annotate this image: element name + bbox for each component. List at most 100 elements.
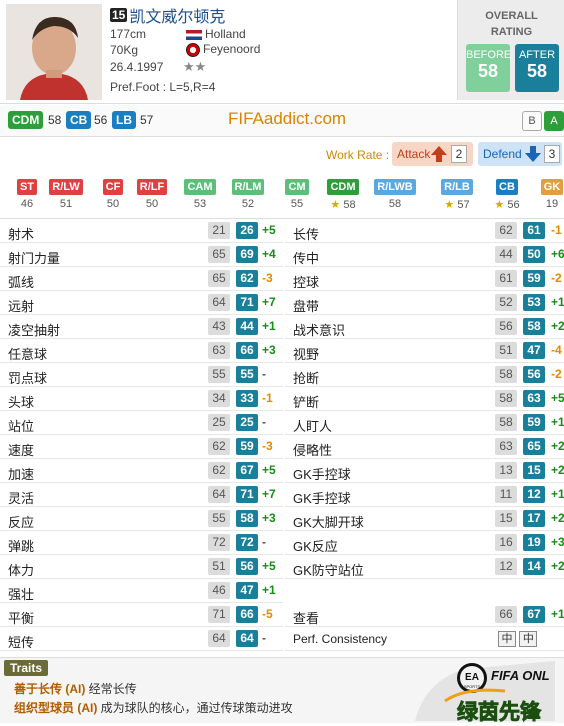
position-cdm[interactable]: CDM [8,111,44,129]
consistency-a: 中 [498,631,516,647]
position-rating-r-lwb[interactable]: R/LWB 58 [372,179,418,210]
attribute-diff: +4 [262,247,276,261]
svg-text:绿茵先锋: 绿茵先锋 [457,700,542,723]
attribute-name: 侵略性 [293,443,333,458]
attribute-row: 射门力量 65 69 +4 [0,243,283,267]
trait-item: 善于长传 (AI) 经常长传 [14,682,137,696]
attribute-base: 15 [495,510,517,527]
attribute-current: 63 [523,390,545,407]
attribute-current: 66 [236,342,258,359]
svg-text:SPORTS: SPORTS [464,684,481,689]
attribute-diff: -3 [262,439,273,453]
attribute-row: 侵略性 63 65 +2 [285,435,564,459]
defend-value: 3 [544,145,560,163]
position-badge: GK [540,179,564,195]
attribute-current: 15 [523,462,545,479]
position-cb-value: 56 [94,113,108,127]
tag-a[interactable]: A [544,111,564,131]
attribute-name: 战术意识 [293,323,346,338]
attribute-base: 62 [495,222,517,239]
attribute-name: 平衡 [8,611,35,626]
attribute-diff: - [262,535,266,549]
fifa-online-logo: EA SPORTS FIFA ONL 绿茵先锋 [405,651,564,724]
position-badge: R/LWB [374,179,416,195]
player-photo [6,4,102,100]
attribute-base: 64 [208,294,230,311]
player-name[interactable]: 凯文威尔顿克 [129,9,225,26]
attribute-row: GK防守站位 12 14 +2 [285,555,564,579]
rating-after: AFTER 58 [515,44,559,92]
attribute-diff: +2 [551,319,564,333]
star-icon: ★ [444,199,458,211]
attack-label: Attack [397,147,431,161]
attribute-base: 21 [208,222,230,239]
attribute-base: 62 [208,462,230,479]
attribute-name: 任意球 [8,347,48,362]
attribute-current: 58 [523,318,545,335]
attribute-diff: -3 [262,271,273,285]
attribute-name: 头球 [8,395,35,410]
club: Feyenoord [186,42,260,57]
position-rating-r-lm[interactable]: R/LM 52 [225,179,271,210]
svg-text:FIFA ONL: FIFA ONL [491,668,550,683]
attribute-current: 59 [523,270,545,287]
attribute-diff: -5 [262,607,273,621]
attribute-row: 长传 62 61 -1 [285,219,564,243]
attribute-base: 71 [208,606,230,623]
attribute-diff: +1 [551,415,564,429]
attribute-diff: +1 [551,295,564,309]
position-badge: CAM [184,179,216,195]
attribute-name: GK防守站位 [293,563,364,578]
tag-b[interactable]: B [522,111,542,131]
position-rating-cb[interactable]: CB ★ 56 [484,179,530,211]
attribute-diff: +3 [551,535,564,549]
attribute-row: 反应 55 58 +3 [0,507,283,531]
attribute-row: 盘带 52 53 +1 [285,291,564,315]
attribute-name: 反应 [8,515,35,530]
attribute-diff: +1 [551,487,564,501]
consistency-b: 中 [519,631,538,647]
arrow-down-icon [525,146,541,162]
height: 177cm [110,27,147,41]
position-rating-cam[interactable]: CAM 53 [177,179,223,210]
position-rating-r-lf[interactable]: R/LF 50 [129,179,175,210]
attribute-current: 19 [523,534,545,551]
attribute-base: 58 [495,390,517,407]
attribute-row: 抢断 58 56 -2 [285,363,564,387]
position-cb[interactable]: CB [66,111,92,129]
attribute-diff: +5 [262,559,276,573]
position-value: 56 [507,199,520,211]
position-rating-cdm[interactable]: CDM ★ 58 [320,179,366,211]
attribute-name: 罚点球 [8,371,48,386]
attribute-row: GK手控球 11 12 +1 [285,483,564,507]
attribute-current: 67 [236,462,258,479]
position-badge: CF [102,179,124,195]
position-value: 19 [545,198,559,210]
defend-label: Defend [483,147,522,161]
attribute-base: 64 [208,630,230,647]
attribute-base: 34 [208,390,230,407]
player-header: 15 凯文威尔顿克 177cm Holland 70Kg Feyenoord 26… [0,0,564,104]
position-rating-gk[interactable]: GK 19 [529,179,564,210]
position-rating-cm[interactable]: CM 55 [274,179,320,210]
position-lb[interactable]: LB [112,111,136,129]
attribute-row: 罚点球 55 55- [0,363,283,387]
attribute-base: 58 [495,414,517,431]
position-rating-r-lb[interactable]: R/LB ★ 57 [434,179,480,211]
position-lb-value: 57 [140,113,154,127]
attribute-base: 65 [208,270,230,287]
site-name[interactable]: FIFAaddict.com [228,109,346,129]
position-rating-r-lw[interactable]: R/LW 51 [43,179,89,210]
position-badge: CB [496,179,518,195]
attribute-current: 59 [523,414,545,431]
attribute-base: 11 [495,486,517,503]
position-value: 55 [290,198,304,210]
attribute-current: 64 [236,630,258,647]
attribute-row: 远射 64 71 +7 [0,291,283,315]
attribute-name: 体力 [8,563,35,578]
attribute-current: 58 [236,510,258,527]
attribute-base: 55 [208,510,230,527]
attribute-current: 25 [236,414,258,431]
attribute-base: 55 [208,366,230,383]
attribute-name: 凌空抽射 [8,323,61,338]
